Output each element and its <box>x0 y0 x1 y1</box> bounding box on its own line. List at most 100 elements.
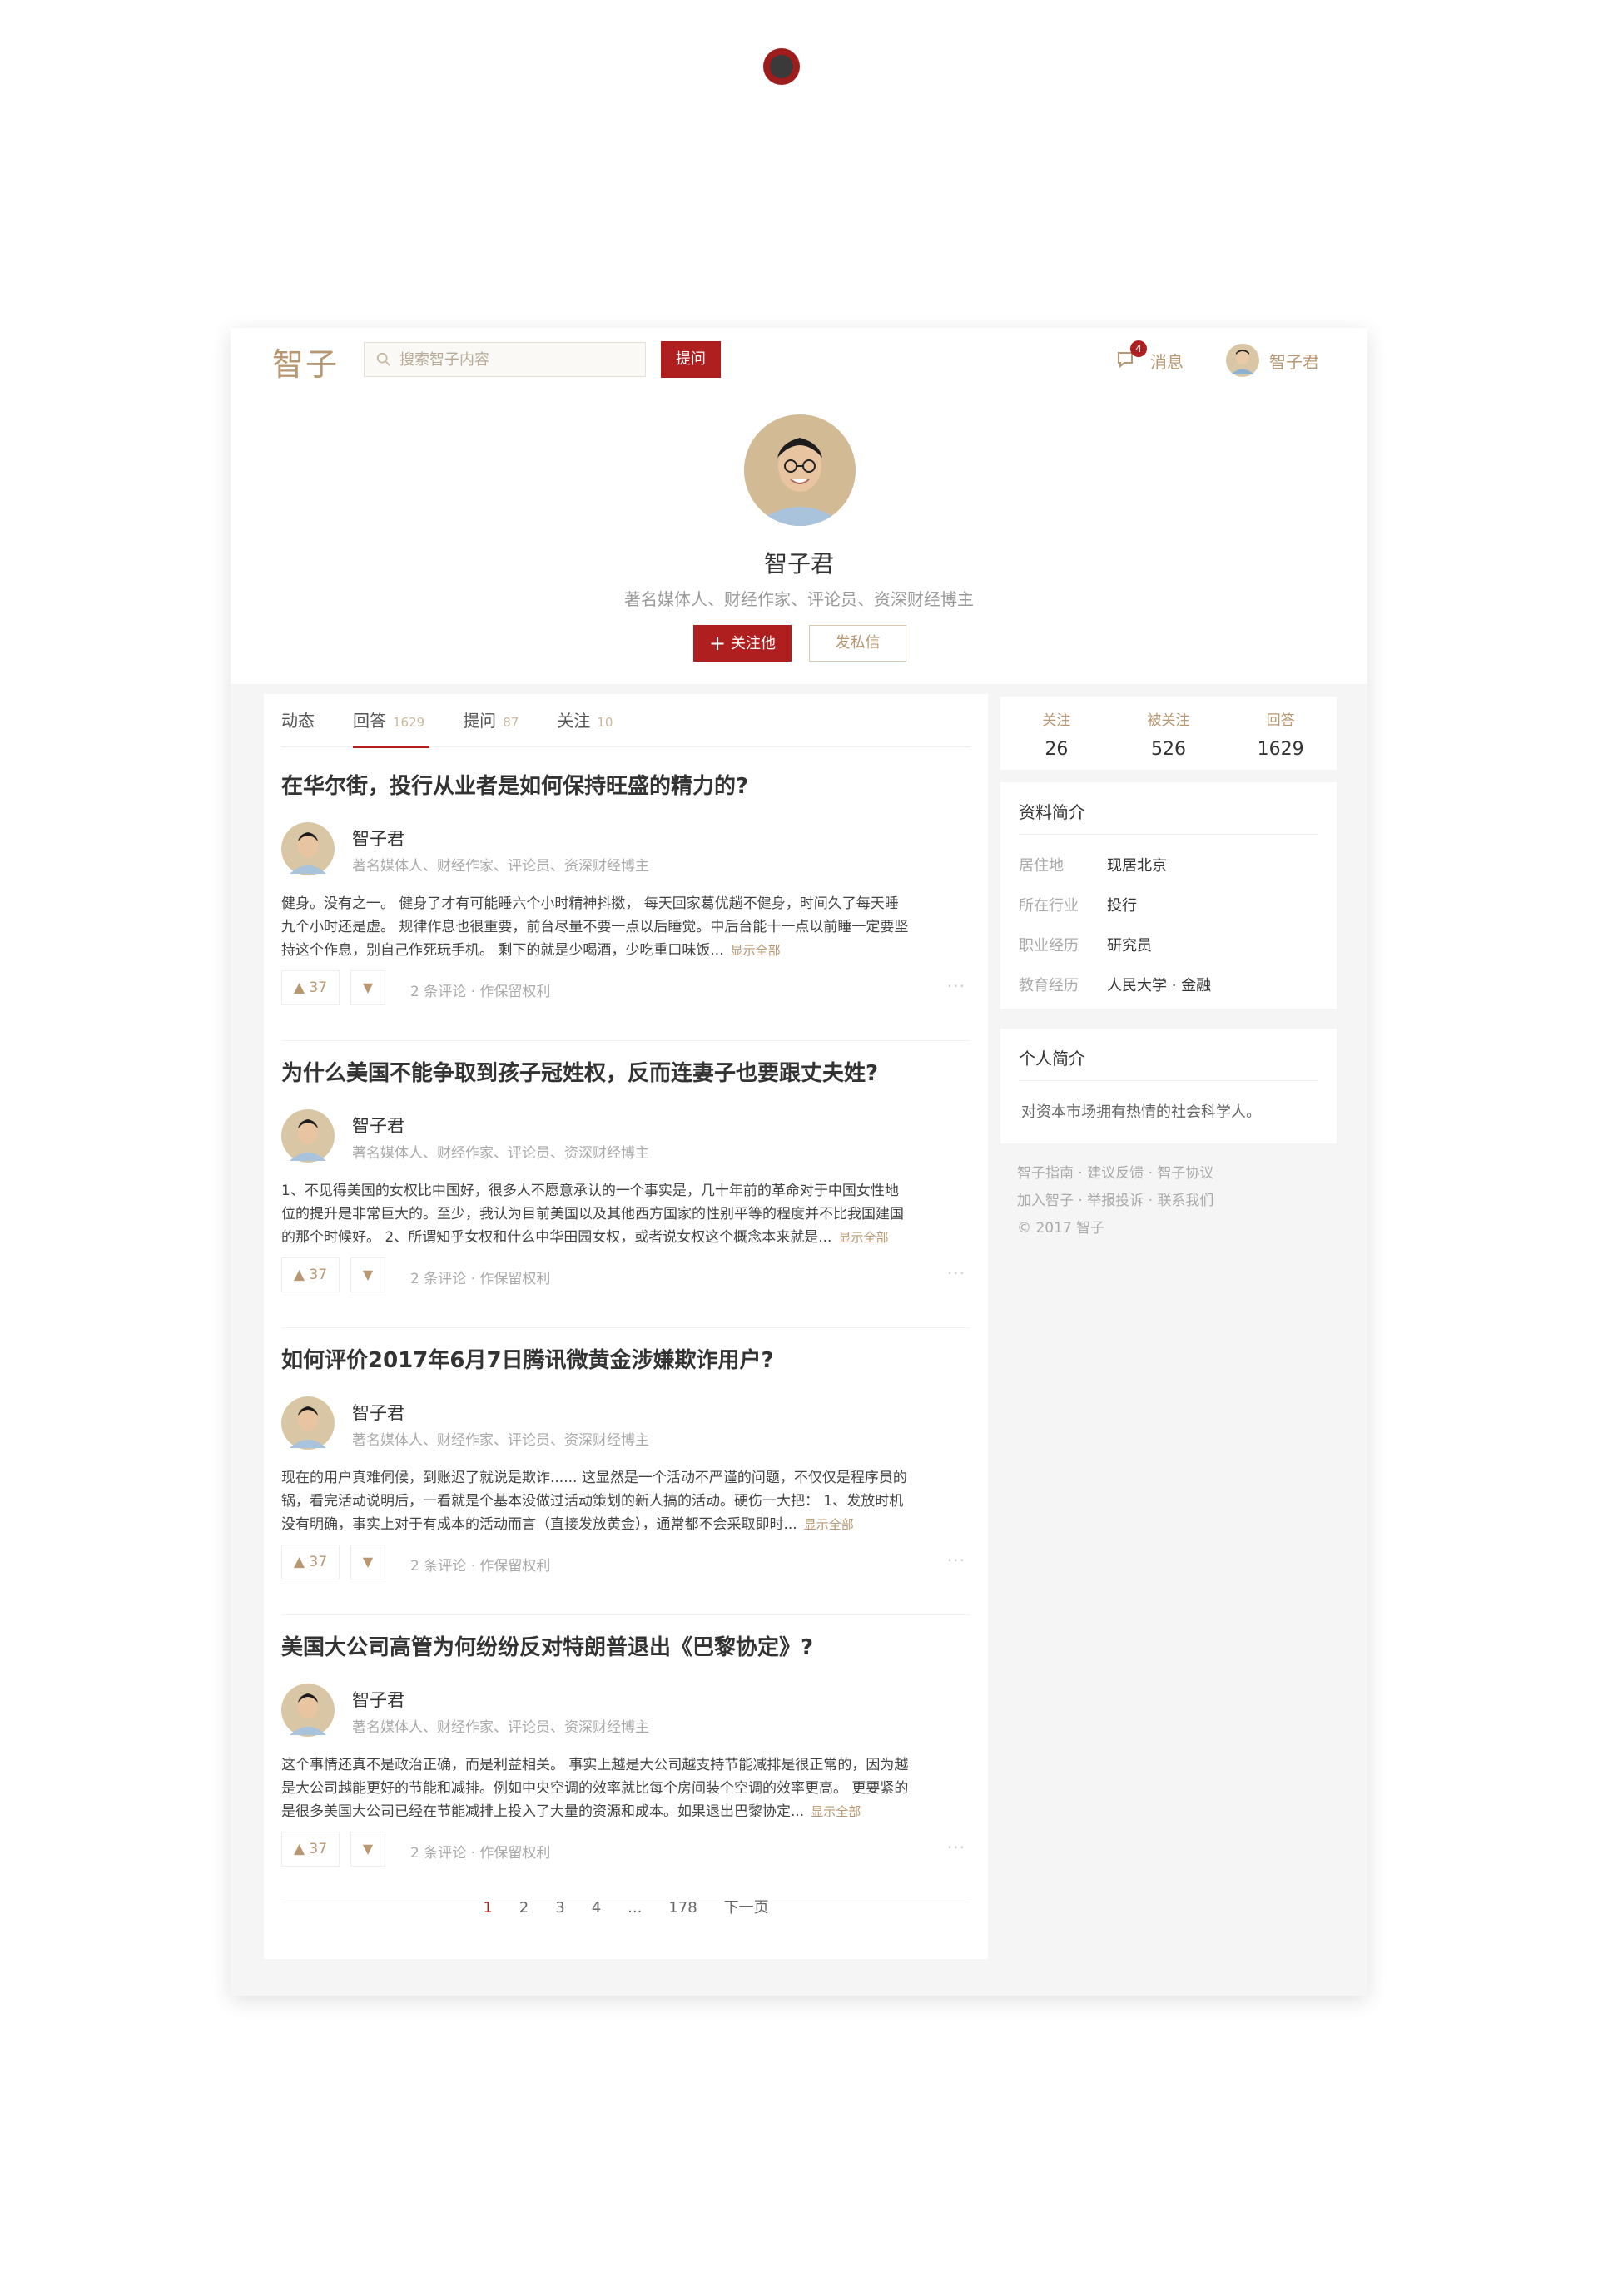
excerpt-line: 九个小时还是虚。 规律作息也很重要，前台尽量不要一点以后睡觉。中后台能十一点以前… <box>281 919 909 935</box>
excerpt-line: 位的提升是非常巨大的。至少，我认为目前美国以及其他西方国家的性别平等的程度并不比… <box>281 1206 904 1222</box>
downvote-button[interactable]: ▼ <box>350 1832 385 1867</box>
plus-icon: + <box>708 632 727 655</box>
tab-count: 10 <box>597 714 613 730</box>
stat-value: 26 <box>1045 739 1069 760</box>
user-name: 智子君 <box>1269 351 1319 372</box>
author-bio: 著名媒体人、财经作家、评论员、资深财经博主 <box>352 1145 649 1162</box>
page-link[interactable]: 178 <box>668 1899 697 1917</box>
info-value: 研究员 <box>1107 937 1152 955</box>
profile-tabs: 动态 回答 1629 提问 87 关注 10 <box>281 694 970 748</box>
author-name[interactable]: 智子君 <box>352 826 404 850</box>
search-input[interactable] <box>400 350 633 369</box>
private-message-button[interactable]: 发私信 <box>809 625 906 662</box>
top-indicator-dot <box>763 48 800 85</box>
vote-count: 37 <box>309 1554 328 1570</box>
footer-links: 智子指南 · 建议反馈 · 智子协议 加入智子 · 举报投诉 · 联系我们 © … <box>1017 1160 1213 1242</box>
show-all-link[interactable]: 显示全部 <box>811 1804 861 1819</box>
info-key: 所在行业 <box>1019 897 1079 915</box>
divider <box>281 1614 970 1615</box>
excerpt-line: 是大公司越能更好的节能和减排。例如中央空调的效率就比每个房间装个空调的效率更高。… <box>281 1780 909 1797</box>
tab-label: 动态 <box>281 710 315 731</box>
question-title[interactable]: 如何评价2017年6月7日腾讯微黄金涉嫌欺诈用户? <box>281 1343 774 1374</box>
profile-header: 智子 提问 4 消息 智子君 <box>231 328 1367 684</box>
page-link[interactable]: 4 <box>592 1899 601 1917</box>
card-title: 资料简介 <box>1019 802 1085 822</box>
show-all-link[interactable]: 显示全部 <box>804 1517 854 1532</box>
triangle-down-icon: ▼ <box>362 1267 374 1282</box>
triangle-down-icon: ▼ <box>362 1841 374 1857</box>
triangle-down-icon: ▼ <box>362 1554 374 1570</box>
stat-value: 526 <box>1151 739 1186 760</box>
author-name[interactable]: 智子君 <box>352 1687 404 1712</box>
tab-following[interactable]: 关注 10 <box>557 694 613 747</box>
copyright: © 2017 智子 <box>1017 1220 1105 1237</box>
upvote-button[interactable]: ▲ 37 <box>281 1545 340 1579</box>
tab-activity[interactable]: 动态 <box>281 694 315 747</box>
info-value: 人民大学 · 金融 <box>1107 977 1212 994</box>
follow-label: 关注他 <box>731 635 777 652</box>
upvote-button[interactable]: ▲ 37 <box>281 1257 340 1292</box>
more-dots-icon[interactable]: ··· <box>947 1837 965 1857</box>
stat-answers[interactable]: 回答 1629 <box>1224 697 1337 770</box>
question-title[interactable]: 为什么美国不能争取到孩子冠姓权，反而连妻子也要跟丈夫姓? <box>281 1056 878 1087</box>
user-menu[interactable]: 智子君 <box>1226 342 1319 379</box>
author-name[interactable]: 智子君 <box>352 1400 404 1425</box>
downvote-button[interactable]: ▼ <box>350 1545 385 1579</box>
question-title[interactable]: 美国大公司高管为何纷纷反对特朗普退出《巴黎协定》? <box>281 1630 813 1661</box>
divider <box>1019 1080 1318 1081</box>
next-page-link[interactable]: 下一页 <box>724 1899 769 1917</box>
upvote-button[interactable]: ▲ 37 <box>281 970 340 1005</box>
messages-link[interactable]: 4 消息 <box>1115 340 1184 379</box>
stat-value: 1629 <box>1257 739 1304 760</box>
downvote-button[interactable]: ▼ <box>350 1257 385 1292</box>
ask-button[interactable]: 提问 <box>661 341 721 378</box>
triangle-up-icon: ▲ <box>293 1841 305 1857</box>
answers-panel: 动态 回答 1629 提问 87 关注 10 在华尔街，投行从业者是如何保持旺盛的精力… <box>264 694 988 1959</box>
excerpt-line: 的那个时候好。 2、所谓知乎女权和什么中华田园女权，或者说女权这个概念本来就是.… <box>281 1229 832 1246</box>
excerpt-line: 现在的用户真难伺候，到账迟了就说是欺诈...... 这显然是一个活动不严谨的问题… <box>281 1470 907 1486</box>
page-link-current[interactable]: 1 <box>483 1899 492 1917</box>
tab-answers[interactable]: 回答 1629 <box>353 694 430 748</box>
stat-followers[interactable]: 被关注 526 <box>1113 697 1225 770</box>
footer-line[interactable]: 加入智子 · 举报投诉 · 联系我们 <box>1017 1188 1213 1215</box>
tab-label: 提问 <box>463 710 497 731</box>
divider <box>281 1040 970 1041</box>
footer-line[interactable]: 智子指南 · 建议反馈 · 智子协议 <box>1017 1160 1213 1188</box>
divider <box>281 1327 970 1328</box>
info-row: 所在行业 投行 <box>1019 894 1137 915</box>
app-frame: 智子 提问 4 消息 智子君 <box>231 328 1367 1996</box>
page-link[interactable]: 2 <box>519 1899 529 1917</box>
answer-meta[interactable]: 2 条评论 · 作保留权利 <box>410 979 550 1000</box>
author-bio: 著名媒体人、财经作家、评论员、资深财经博主 <box>352 1432 649 1449</box>
site-logo[interactable]: 智子 <box>272 339 339 384</box>
more-dots-icon[interactable]: ··· <box>947 976 965 996</box>
excerpt-line: 1、不见得美国的女权比中国好，很多人不愿意承认的一个事实是，几十年前的革命对于中… <box>281 1183 899 1199</box>
excerpt-line: 是很多美国大公司已经在节能减排上投入了大量的资源和成本。如果退出巴黎协定... <box>281 1803 805 1820</box>
page-link[interactable]: 3 <box>555 1899 564 1917</box>
answer-meta[interactable]: 2 条评论 · 作保留权利 <box>410 1554 550 1574</box>
upvote-button[interactable]: ▲ 37 <box>281 1832 340 1867</box>
search-icon <box>376 352 390 366</box>
author-bio: 著名媒体人、财经作家、评论员、资深财经博主 <box>352 858 649 875</box>
show-all-link[interactable]: 显示全部 <box>838 1230 888 1245</box>
downvote-button[interactable]: ▼ <box>350 970 385 1005</box>
answer-meta[interactable]: 2 条评论 · 作保留权利 <box>410 1841 550 1862</box>
stat-following[interactable]: 关注 26 <box>1000 697 1113 770</box>
author-name[interactable]: 智子君 <box>352 1113 404 1138</box>
triangle-up-icon: ▲ <box>293 1267 305 1283</box>
tab-count: 1629 <box>393 714 425 730</box>
answer-meta[interactable]: 2 条评论 · 作保留权利 <box>410 1267 550 1287</box>
show-all-link[interactable]: 显示全部 <box>731 943 781 958</box>
info-row: 职业经历 研究员 <box>1019 934 1152 955</box>
profile-bio: 著名媒体人、财经作家、评论员、资深财经博主 <box>624 589 974 609</box>
triangle-down-icon: ▼ <box>362 979 374 995</box>
more-dots-icon[interactable]: ··· <box>947 1550 965 1570</box>
question-title[interactable]: 在华尔街，投行从业者是如何保持旺盛的精力的? <box>281 769 748 800</box>
follow-button[interactable]: + 关注他 <box>693 625 792 662</box>
stats-card: 关注 26 被关注 526 回答 1629 <box>1000 697 1337 770</box>
personal-intro-card: 个人简介 对资本市场拥有热情的社会科学人。 <box>1000 1029 1337 1143</box>
search-box[interactable] <box>364 342 646 377</box>
more-dots-icon[interactable]: ··· <box>947 1263 965 1283</box>
tab-questions[interactable]: 提问 87 <box>463 694 519 747</box>
tab-count: 87 <box>503 714 519 730</box>
